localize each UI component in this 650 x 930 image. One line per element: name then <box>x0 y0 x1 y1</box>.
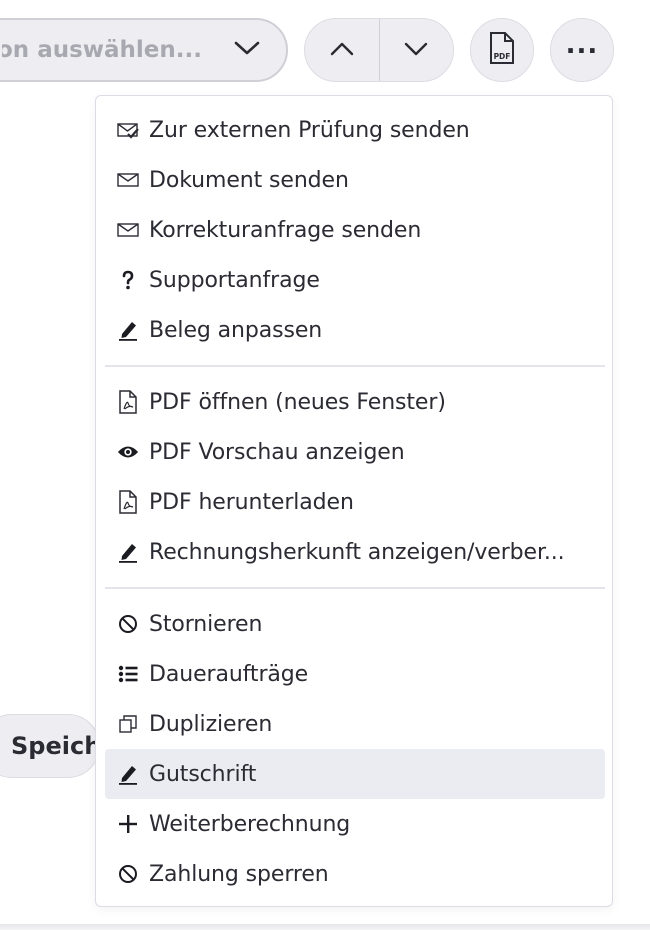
eye-icon <box>117 441 139 463</box>
envelope-check-icon <box>117 119 139 141</box>
menu-item-support-request[interactable]: Supportanfrage <box>105 255 605 305</box>
menu-item-recharge[interactable]: Weiterberechnung <box>105 799 605 849</box>
menu-item-credit-note[interactable]: Gutschrift <box>105 749 605 799</box>
ban-icon <box>117 613 139 635</box>
menu-item-cancel[interactable]: Stornieren <box>105 599 605 649</box>
list-icon <box>117 663 139 685</box>
menu-item-label: Weiterberechnung <box>149 811 351 837</box>
chevron-down-icon <box>404 41 428 60</box>
actions-menu: Zur externen Prüfung senden Dokument sen… <box>95 95 613 907</box>
save-button[interactable]: Speich <box>0 714 100 778</box>
menu-item-download-pdf[interactable]: PDF herunterladen <box>105 477 605 527</box>
menu-item-standing-orders[interactable]: Daueraufträge <box>105 649 605 699</box>
menu-item-label: Rechnungsherkunft anzeigen/verber... <box>149 539 565 565</box>
footer-divider <box>0 924 650 930</box>
menu-item-block-payment[interactable]: Zahlung sperren <box>105 849 605 899</box>
menu-item-label: Dokument senden <box>149 167 349 193</box>
pencil-icon <box>117 763 139 785</box>
ellipsis-icon: ... <box>565 30 599 60</box>
pdf-file-icon: PDF <box>487 31 517 69</box>
position-select-text: ion auswählen... <box>2 37 202 63</box>
save-button-label: Speich <box>11 732 100 760</box>
pdf-file-icon <box>117 490 139 514</box>
menu-item-pdf-preview[interactable]: PDF Vorschau anzeigen <box>105 427 605 477</box>
menu-item-label: Duplizieren <box>149 711 273 737</box>
more-actions-button[interactable]: ... <box>550 18 614 82</box>
menu-item-label: PDF Vorschau anzeigen <box>149 439 405 465</box>
pdf-file-icon <box>117 390 139 414</box>
menu-item-duplicate[interactable]: Duplizieren <box>105 699 605 749</box>
position-select[interactable]: ion auswählen... <box>0 18 288 82</box>
chevron-up-icon <box>330 41 354 60</box>
menu-item-label: Beleg anpassen <box>149 317 323 343</box>
menu-divider <box>105 365 605 367</box>
record-navigation <box>304 18 454 82</box>
app-stage: ion auswählen... PDF ... Speich Zur exte… <box>0 0 650 930</box>
menu-item-correction-request[interactable]: Korrekturanfrage senden <box>105 205 605 255</box>
envelope-icon <box>117 169 139 191</box>
chevron-down-icon <box>234 40 260 60</box>
menu-item-open-pdf[interactable]: PDF öffnen (neues Fenster) <box>105 377 605 427</box>
menu-item-label: Zahlung sperren <box>149 861 329 887</box>
menu-divider <box>105 587 605 589</box>
menu-item-adjust-receipt[interactable]: Beleg anpassen <box>105 305 605 355</box>
menu-item-label: PDF öffnen (neues Fenster) <box>149 389 446 415</box>
previous-record-button[interactable] <box>305 19 379 81</box>
menu-item-label: Korrekturanfrage senden <box>149 217 422 243</box>
question-icon <box>117 269 139 291</box>
plus-icon <box>117 813 139 835</box>
copy-icon <box>117 713 139 735</box>
menu-item-invoice-origin[interactable]: Rechnungsherkunft anzeigen/verber... <box>105 527 605 577</box>
ban-icon <box>117 863 139 885</box>
pdf-button[interactable]: PDF <box>470 18 534 82</box>
menu-item-external-review[interactable]: Zur externen Prüfung senden <box>105 105 605 155</box>
pencil-icon <box>117 541 139 563</box>
envelope-icon <box>117 219 139 241</box>
menu-item-label: Stornieren <box>149 611 263 637</box>
menu-item-send-document[interactable]: Dokument senden <box>105 155 605 205</box>
menu-item-label: Gutschrift <box>149 761 257 787</box>
menu-item-label: Daueraufträge <box>149 661 309 687</box>
pencil-icon <box>117 319 139 341</box>
menu-item-label: Zur externen Prüfung senden <box>149 117 470 143</box>
next-record-button[interactable] <box>378 19 454 81</box>
menu-item-label: Supportanfrage <box>149 267 320 293</box>
pdf-icon-text: PDF <box>494 52 511 61</box>
menu-item-label: PDF herunterladen <box>149 489 354 515</box>
